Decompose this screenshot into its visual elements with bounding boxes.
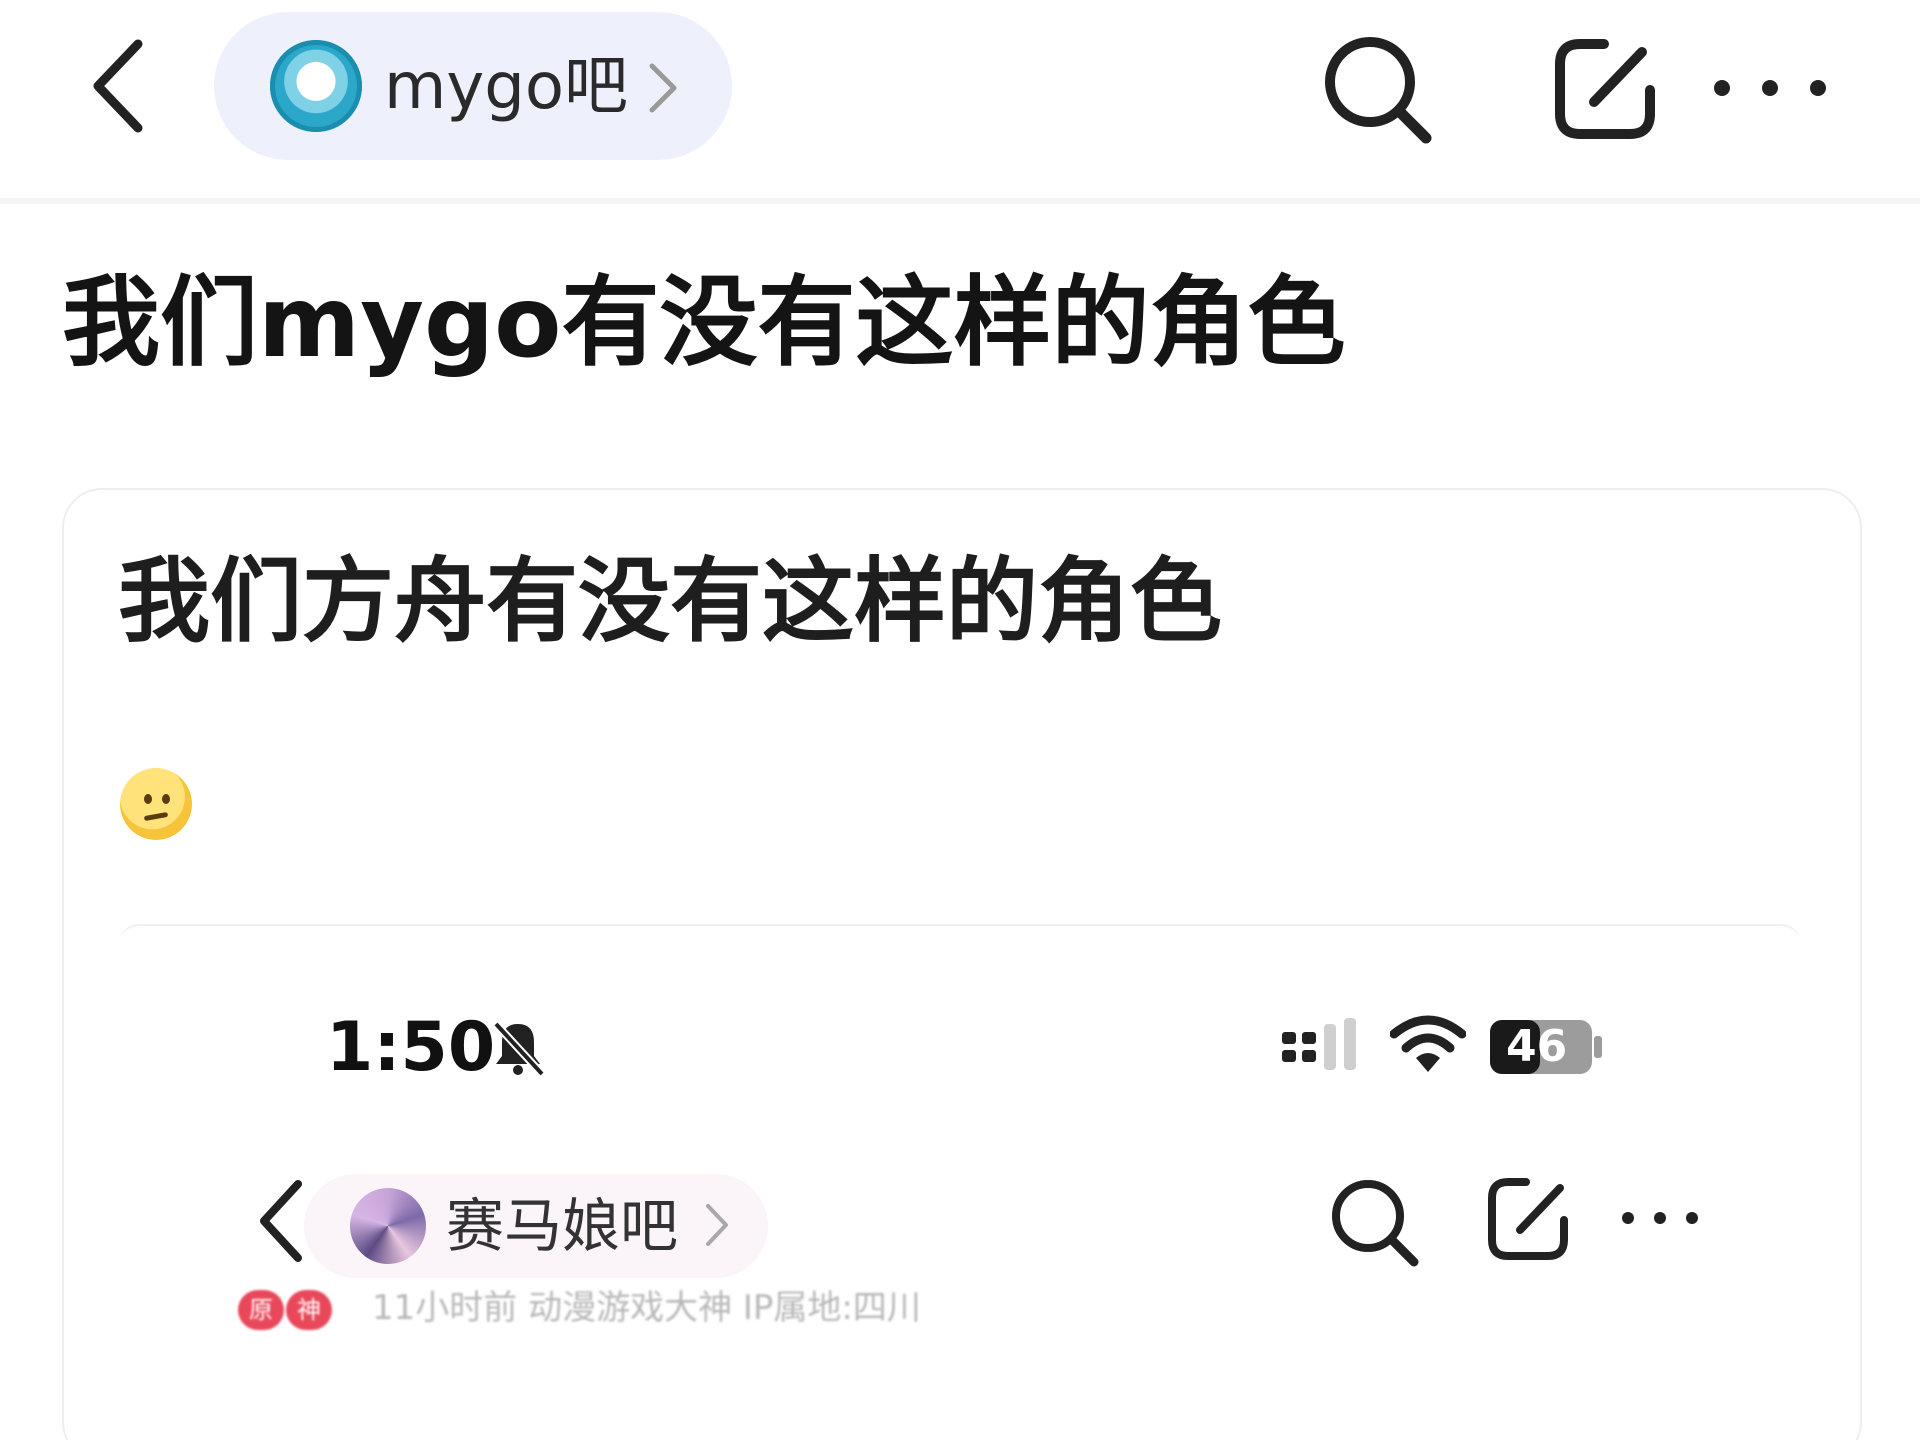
chevron-right-icon [706, 1204, 728, 1246]
top-nav-bar: mygo吧 [0, 0, 1920, 198]
back-arrow-icon[interactable] [80, 36, 152, 136]
emoji-eye [162, 794, 170, 804]
chevron-right-icon [649, 63, 677, 113]
back-arrow-icon [260, 1180, 302, 1262]
wifi-icon [1390, 1015, 1466, 1072]
forum-avatar [270, 40, 362, 132]
compose-icon [1488, 1178, 1568, 1260]
muted-bell-icon [493, 1021, 545, 1077]
search-icon [1332, 1180, 1419, 1267]
search-icon[interactable] [1318, 30, 1436, 148]
inner-forum-pill: 赛马娘吧 [304, 1174, 768, 1278]
cellular-signal-icon [1282, 1018, 1356, 1070]
forum-avatar [350, 1188, 426, 1264]
divider [0, 198, 1920, 204]
battery-level: 46 [1506, 1021, 1568, 1072]
embedded-post-title: 我们方舟有没有这样的角色 [118, 548, 1223, 655]
inner-forum-name: 赛马娘吧 [446, 1192, 679, 1260]
post-title: 我们mygo有没有这样的角色 [62, 266, 1346, 380]
more-options-icon [1622, 1212, 1698, 1224]
meta-text: 11小时前 动漫游戏大神 IP属地:四川 [372, 1288, 921, 1328]
inner-screenshot: 1:50 46 赛马娘吧 原 神 11小时前 动漫游戏大神 IP属地:四川 [118, 924, 1802, 1440]
badge: 原 [238, 1290, 284, 1330]
compose-icon[interactable] [1546, 30, 1664, 148]
post-image[interactable]: 我们方舟有没有这样的角色 1:50 46 赛马娘吧 原 神 11小时前 动漫游戏… [62, 488, 1862, 1440]
emoji-mouth [143, 811, 169, 822]
forum-name: mygo吧 [384, 50, 628, 124]
user-badges: 原 神 [204, 1290, 334, 1334]
badge: 神 [286, 1290, 332, 1330]
status-time: 1:50 [326, 1008, 496, 1087]
thinking-face-icon [120, 768, 192, 840]
forum-link-pill[interactable]: mygo吧 [214, 12, 732, 160]
emoji-eye [144, 794, 152, 804]
inner-post-meta: 原 神 11小时前 动漫游戏大神 IP属地:四川 [204, 1288, 1704, 1336]
post-detail-page: mygo吧 我们mygo有没有这样的角色 我们方舟有没有这样的角色 1:50 4… [0, 0, 1920, 1440]
more-options-icon[interactable] [1710, 58, 1830, 118]
